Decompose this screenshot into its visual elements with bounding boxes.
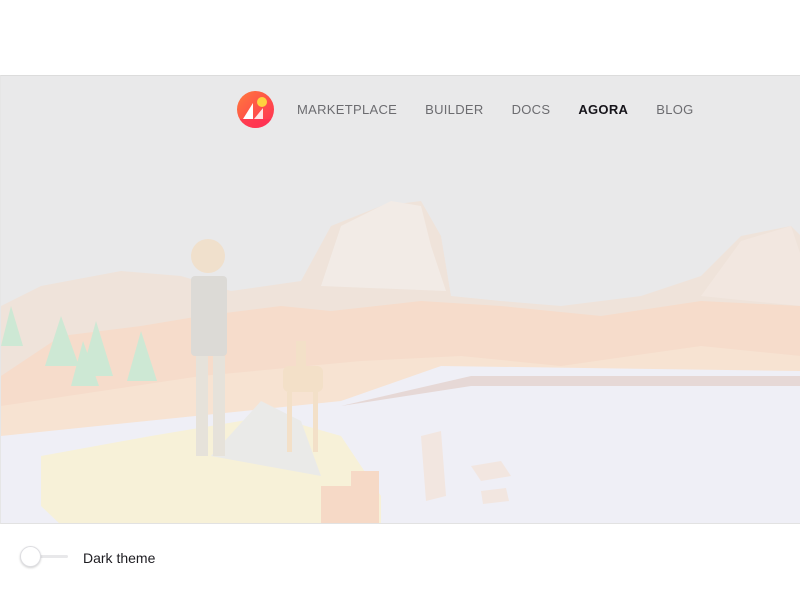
top-blank-area bbox=[0, 0, 800, 75]
hero-banner: MARKETPLACE BUILDER DOCS AGORA BLOG bbox=[0, 75, 800, 524]
nav-link-blog[interactable]: BLOG bbox=[656, 102, 693, 117]
decentraland-logo-icon[interactable] bbox=[237, 90, 274, 128]
footer-bar: Dark theme bbox=[0, 525, 800, 600]
toggle-knob[interactable] bbox=[20, 546, 41, 567]
landscape-illustration bbox=[1, 76, 800, 523]
dark-theme-label[interactable]: Dark theme bbox=[83, 550, 155, 566]
dark-theme-toggle[interactable] bbox=[20, 546, 70, 568]
nav-link-agora[interactable]: AGORA bbox=[578, 102, 628, 117]
nav-link-builder[interactable]: BUILDER bbox=[425, 102, 483, 117]
nav-link-marketplace[interactable]: MARKETPLACE bbox=[297, 102, 397, 117]
nav-link-docs[interactable]: DOCS bbox=[512, 102, 551, 117]
top-navigation: MARKETPLACE BUILDER DOCS AGORA BLOG bbox=[1, 76, 800, 142]
